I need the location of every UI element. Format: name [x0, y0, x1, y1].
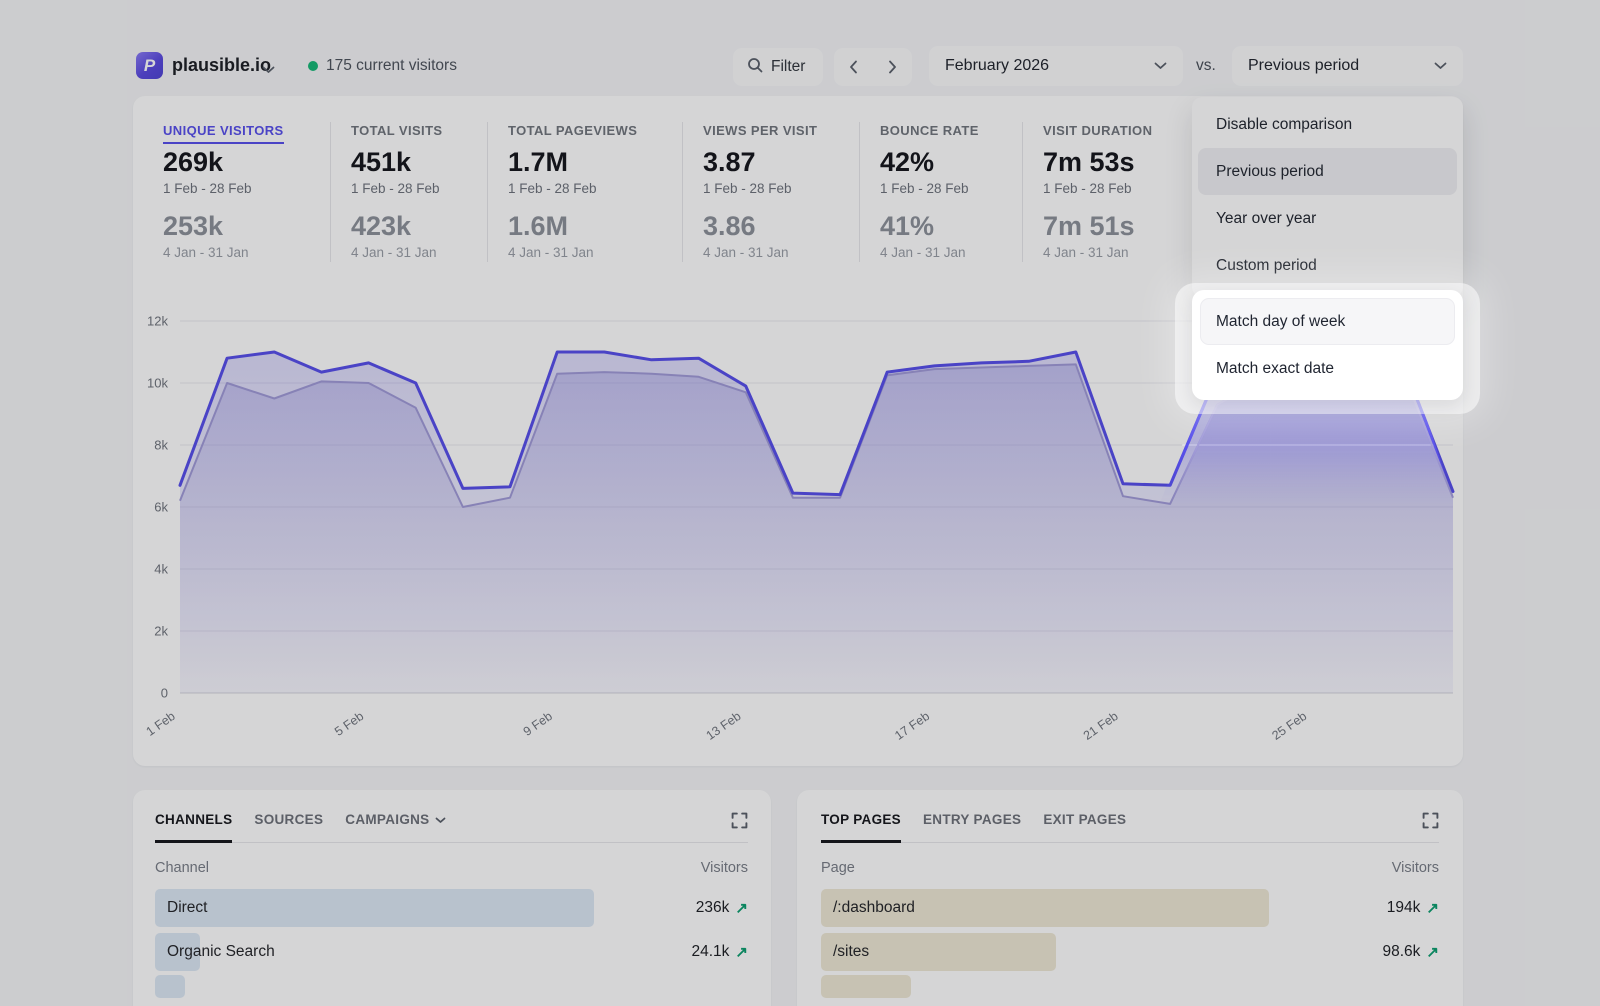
submenu-item[interactable]: Match day of week [1200, 298, 1455, 345]
plausible-dashboard: P plausible.io 175 current visitors Filt… [0, 0, 1600, 1006]
submenu-item[interactable]: Match exact date [1200, 345, 1455, 392]
comparison-match-submenu: Match day of week Match exact date [1192, 290, 1463, 400]
